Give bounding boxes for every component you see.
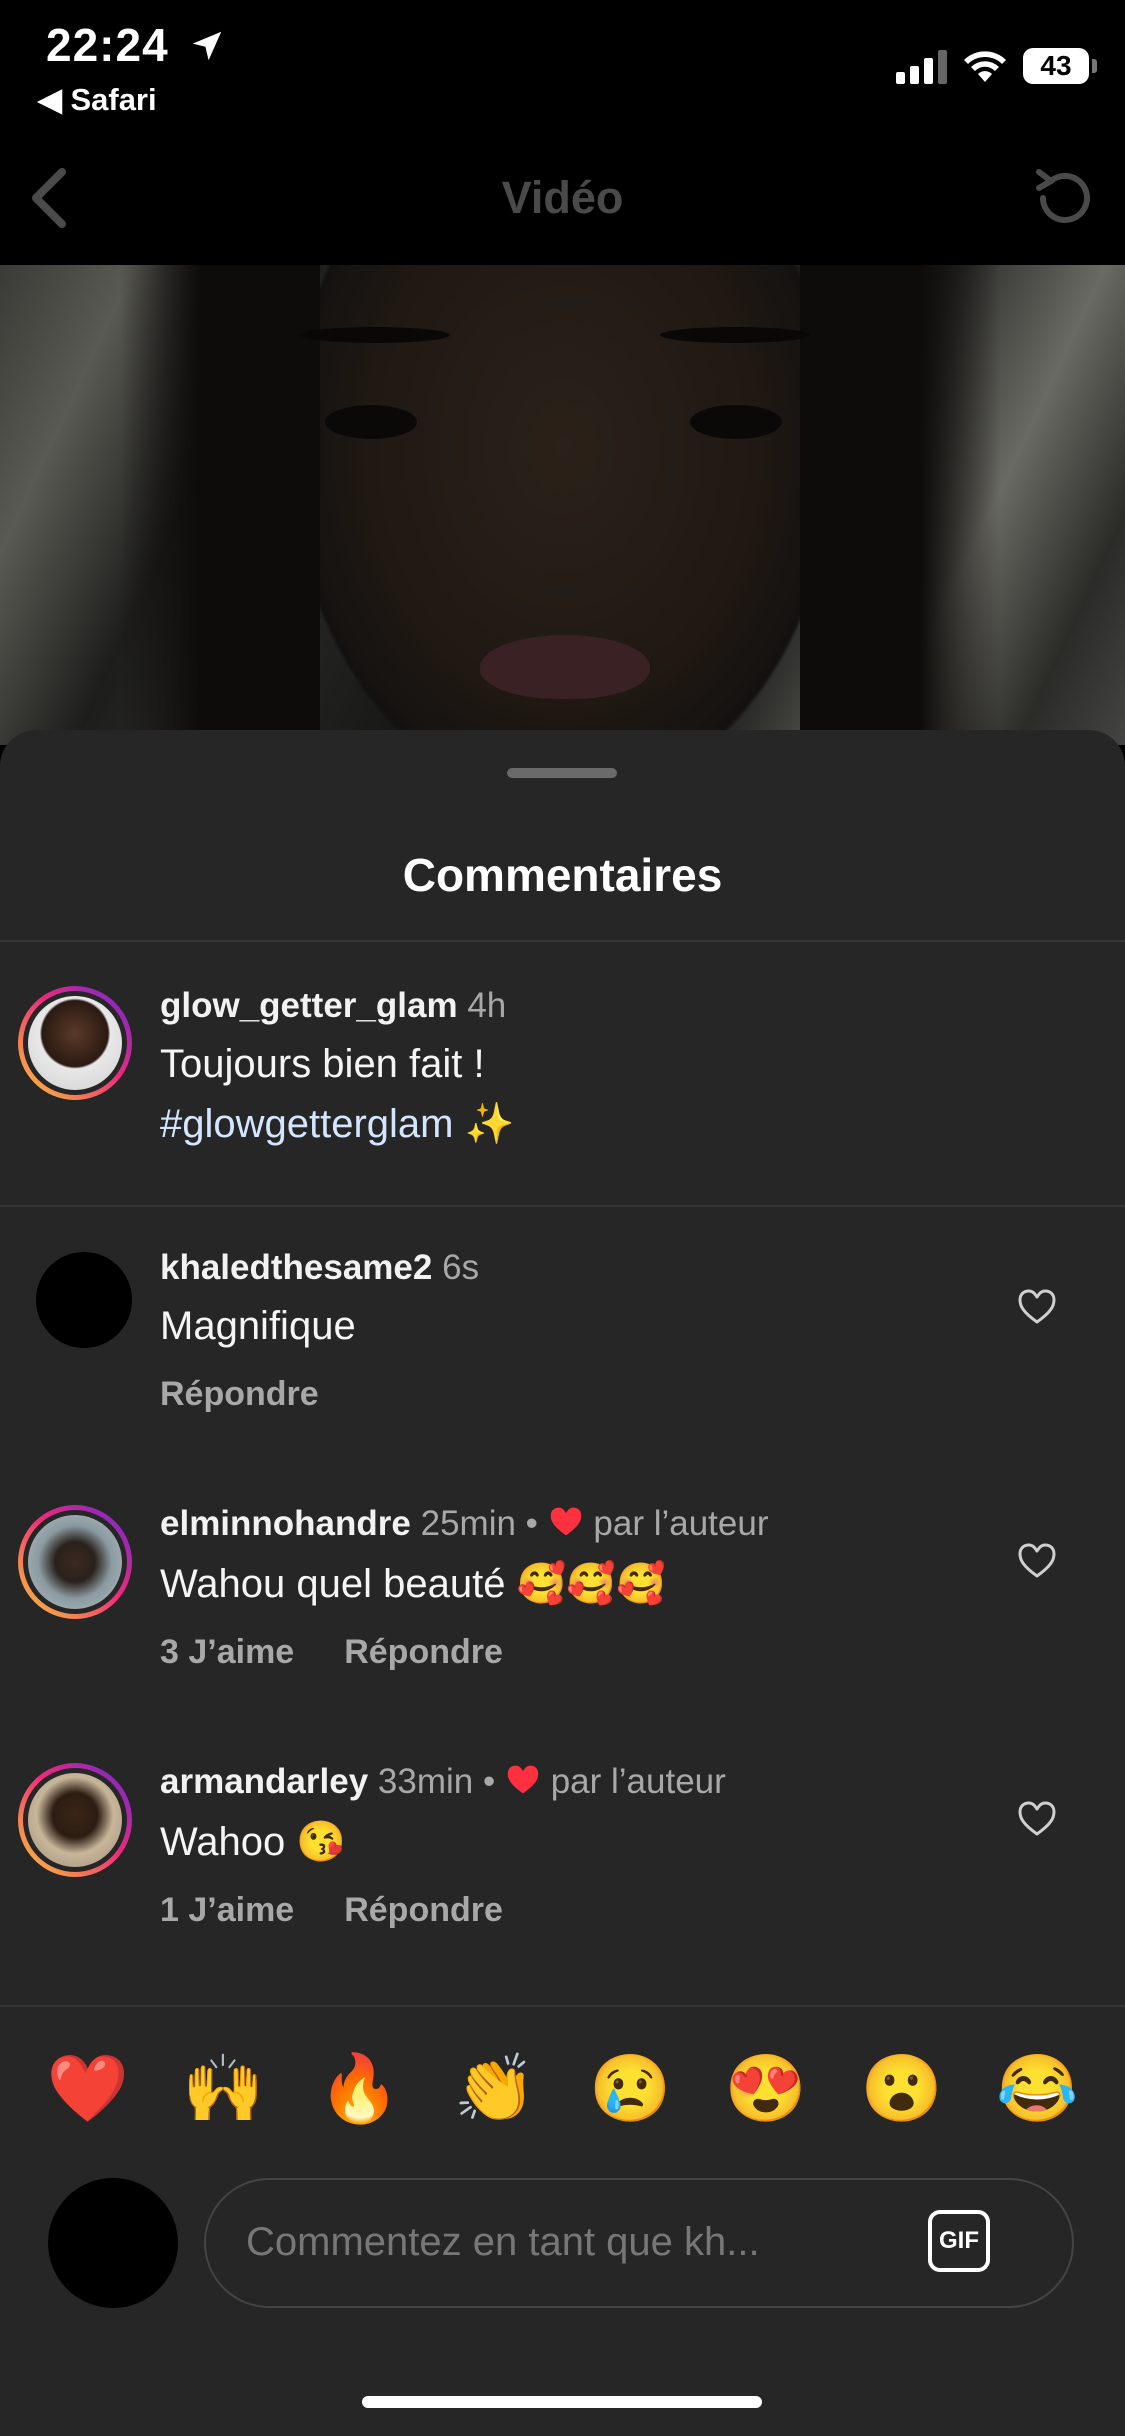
battery-level: 43: [1040, 50, 1072, 81]
hashtag-link[interactable]: #glowgetterglam: [160, 1102, 454, 1146]
refresh-icon[interactable]: [1029, 162, 1101, 234]
heart-filled-icon: [507, 1765, 539, 1794]
reply-button[interactable]: Répondre: [344, 1633, 503, 1671]
status-icons: 43: [896, 48, 1097, 84]
battery-icon: 43: [1023, 48, 1097, 84]
comment-input[interactable]: Commentez en tant que kh... GIF: [204, 2178, 1074, 2308]
comment-username[interactable]: elminnohandre: [160, 1504, 411, 1543]
home-indicator[interactable]: [362, 2396, 762, 2408]
comment-text: Wahoo 😘: [160, 1820, 347, 1864]
gif-button[interactable]: GIF: [928, 2210, 990, 2272]
composer-avatar: [48, 2178, 178, 2308]
status-bar: 22:24 ◀ Safari 43: [0, 0, 1125, 130]
avatar-photo: [28, 1515, 122, 1609]
heart-outline-icon[interactable]: [1017, 1288, 1057, 1326]
comment-time: 6s: [442, 1248, 480, 1287]
wifi-icon: [964, 51, 1006, 82]
comment-header: glow_getter_glam 4h: [160, 986, 506, 1026]
reply-button[interactable]: Répondre: [344, 1891, 503, 1929]
comment-header: khaledthesame2 6s: [160, 1248, 479, 1288]
heart-outline-icon[interactable]: [1017, 1800, 1057, 1838]
video-face-eye-left: [325, 405, 417, 439]
sheet-grabber[interactable]: [507, 768, 617, 778]
reaction-clap[interactable]: 👏: [450, 2048, 540, 2128]
reaction-fire[interactable]: 🔥: [314, 2048, 404, 2128]
comments-title: Commentaires: [402, 849, 723, 901]
heart-filled-icon: [550, 1507, 581, 1536]
likes-count[interactable]: 1 J’aime: [160, 1891, 294, 1929]
comment-text-line2: #glowgetterglam ✨: [160, 1100, 514, 1147]
status-time: 22:24: [46, 18, 226, 72]
avatar-photo: [28, 996, 122, 1090]
comment-time: 33min •: [377, 1762, 496, 1801]
nav-bar: Vidéo: [0, 130, 1125, 265]
avatar-border: [23, 991, 127, 1095]
video-shade-left: [120, 265, 320, 745]
comment-username[interactable]: glow_getter_glam: [160, 986, 458, 1025]
heart-outline-icon[interactable]: [1017, 1542, 1057, 1580]
comment-input-placeholder: Commentez en tant que kh...: [246, 2220, 760, 2264]
comment-time: 25min •: [420, 1504, 538, 1543]
video-face-lips: [480, 635, 650, 699]
reply-button[interactable]: Répondre: [160, 1375, 319, 1413]
comment-header: armandarley 33min • par l’auteur: [160, 1762, 726, 1802]
avatar-border: [23, 1768, 127, 1872]
page-title: Vidéo: [501, 172, 624, 223]
avatar[interactable]: [18, 1763, 132, 1877]
avatar[interactable]: [18, 986, 132, 1100]
back-to-safari-link[interactable]: ◀ Safari: [38, 82, 157, 118]
reaction-raised-hands[interactable]: 🙌: [178, 2048, 268, 2128]
reaction-surprised[interactable]: 😮: [857, 2048, 947, 2128]
avatar-border: [23, 1510, 127, 1614]
comment-header: elminnohandre 25min • par l’auteur: [160, 1504, 769, 1544]
video-face-brow-right: [660, 327, 810, 343]
avatar-photo: [28, 1773, 122, 1867]
video-face-brow-left: [300, 327, 450, 343]
reaction-cry[interactable]: 😢: [585, 2048, 675, 2128]
comment-emoji: ✨: [464, 1102, 515, 1146]
video-face-eye-right: [690, 405, 782, 439]
avatar[interactable]: [36, 1252, 132, 1348]
reaction-heart-eyes[interactable]: 😍: [721, 2048, 811, 2128]
comment-username[interactable]: armandarley: [160, 1762, 368, 1801]
comment-text: Wahou quel beauté 🥰🥰🥰: [160, 1562, 666, 1606]
comment-actions: Répondre: [160, 1375, 319, 1414]
video-shade-right: [800, 265, 1000, 745]
divider: [0, 1205, 1125, 1207]
comment-text: Toujours bien fait !: [160, 1042, 485, 1086]
divider: [0, 940, 1125, 942]
divider: [0, 2005, 1125, 2007]
comment-actions: 1 J’aime Répondre: [160, 1891, 503, 1930]
liked-by-author-label: par l’auteur: [550, 1762, 726, 1801]
status-time-text: 22:24: [46, 19, 169, 71]
reaction-heart[interactable]: ❤️: [43, 2048, 133, 2128]
comment-username[interactable]: khaledthesame2: [160, 1248, 432, 1287]
location-arrow-icon: [193, 31, 222, 61]
avatar[interactable]: [18, 1505, 132, 1619]
reaction-laugh[interactable]: 😂: [992, 2048, 1082, 2128]
comment-text: Magnifique: [160, 1304, 356, 1348]
signal-icon: [896, 48, 947, 84]
comment-actions: 3 J’aime Répondre: [160, 1633, 503, 1672]
liked-by-author-label: par l’auteur: [593, 1504, 769, 1543]
likes-count[interactable]: 3 J’aime: [160, 1633, 294, 1671]
video-preview[interactable]: [0, 265, 1125, 745]
quick-reactions-bar: ❤️ 🙌 🔥 👏 😢 😍 😮 😂: [0, 2048, 1125, 2128]
comment-time: 4h: [467, 986, 507, 1025]
